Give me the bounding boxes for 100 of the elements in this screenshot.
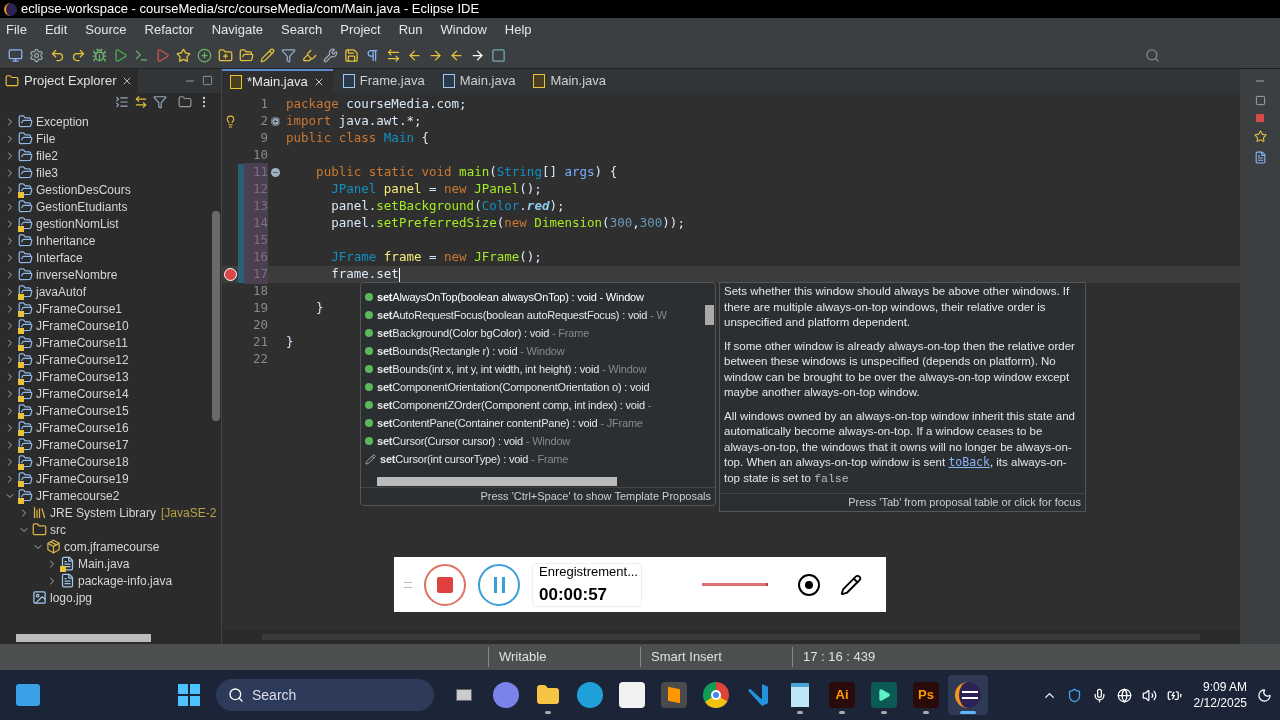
tree-item[interactable]: JFrameCourse11 <box>0 334 211 351</box>
globe-icon[interactable] <box>1116 687 1132 703</box>
tree-item[interactable]: logo.jpg <box>0 589 211 606</box>
filter-icon[interactable] <box>153 95 167 109</box>
tree-item[interactable]: Interface <box>0 249 211 266</box>
menu-item[interactable]: Refactor <box>144 20 194 40</box>
tree-item[interactable]: com.jframecourse <box>0 538 211 555</box>
arrow-right-icon[interactable] <box>470 47 485 63</box>
pilcrow-icon[interactable] <box>365 47 380 63</box>
tree-item[interactable]: JFrameCourse12 <box>0 351 211 368</box>
tree-item[interactable]: JFrameCourse10 <box>0 317 211 334</box>
star-icon[interactable] <box>1253 130 1267 143</box>
menu-item[interactable]: Source <box>85 20 127 40</box>
tree-item[interactable]: JFrameCourse15 <box>0 402 211 419</box>
tree-item[interactable]: GestionDesCours <box>0 181 211 198</box>
menu-item[interactable]: Project <box>340 20 381 40</box>
tree-item[interactable]: package-info.java <box>0 572 211 589</box>
moon-icon[interactable] <box>1257 687 1272 703</box>
completion-item[interactable]: setBounds(Rectangle r) : void - Window <box>361 342 703 360</box>
scrollbar-thumb[interactable] <box>704 305 714 325</box>
pause-button[interactable] <box>478 563 520 606</box>
highlighter-icon[interactable] <box>302 47 317 63</box>
shield-icon[interactable] <box>1066 687 1082 703</box>
menu-item[interactable]: Search <box>281 20 323 40</box>
clock-date[interactable]: 2/12/2025 <box>1193 695 1247 711</box>
speaker-icon[interactable] <box>1141 687 1157 703</box>
tree-item[interactable]: gestionNomList <box>0 215 211 232</box>
tree-item[interactable]: JFrameCourse16 <box>0 419 211 436</box>
menu-item[interactable]: Run <box>398 20 423 40</box>
link-arrows-icon[interactable] <box>134 95 148 109</box>
editor-tab[interactable]: Main.java <box>434 69 524 93</box>
completion-item[interactable]: setCursor(int cursorType) : void - Frame <box>361 450 703 468</box>
menu-item[interactable]: Help <box>504 20 532 40</box>
editor-tab[interactable]: Main.java <box>525 69 614 93</box>
editor-tab[interactable]: Frame.java <box>334 69 433 93</box>
square-icon[interactable] <box>491 47 506 63</box>
tree-item[interactable]: File <box>0 130 211 147</box>
completion-item[interactable]: setBounds(int x, int y, int width, int height) : void - Window <box>361 360 703 378</box>
tree-item[interactable]: JFrameCourse14 <box>0 385 211 402</box>
completion-item[interactable]: setCursor(Cursor cursor) : void - Window <box>361 432 703 450</box>
collapse-all-icon[interactable] <box>115 95 129 109</box>
panel-tab[interactable]: Project Explorer <box>0 69 139 93</box>
taskbar-app-button[interactable] <box>948 675 988 715</box>
tree-item[interactable]: JFrameCourse1 <box>0 300 211 317</box>
link[interactable]: toBack <box>948 455 990 469</box>
tree-item[interactable]: JFrameCourse13 <box>0 368 211 385</box>
tree-item[interactable]: inverseNombre <box>0 266 211 283</box>
stop-button[interactable] <box>424 563 466 606</box>
expand-fold-icon[interactable] <box>270 117 280 126</box>
scrollbar-thumb[interactable] <box>212 211 220 421</box>
maximize-icon[interactable] <box>202 75 213 87</box>
terminal-icon[interactable] <box>134 47 149 63</box>
redo-icon[interactable] <box>71 47 86 63</box>
webcam-icon[interactable] <box>798 573 820 596</box>
completion-item[interactable]: setAutoRequestFocus(boolean autoRequestFocus) : void - W <box>361 306 703 324</box>
tree-item[interactable]: Main.java <box>0 555 211 572</box>
taskbar-app-button[interactable]: Ai <box>822 675 862 715</box>
error-marker[interactable] <box>1256 114 1264 122</box>
tree-item[interactable]: GestionEtudiants <box>0 198 211 215</box>
wrench-icon[interactable] <box>323 47 338 63</box>
plus-circle-icon[interactable] <box>197 47 212 63</box>
tree-item[interactable]: JFrameCourse17 <box>0 436 211 453</box>
play-icon[interactable] <box>155 47 170 63</box>
menu-item[interactable]: Window <box>440 20 487 40</box>
folder-plus-icon[interactable] <box>218 47 233 63</box>
document-icon[interactable] <box>1253 151 1267 164</box>
start-button[interactable] <box>178 684 200 706</box>
star-icon[interactable] <box>176 47 191 63</box>
tree-item[interactable]: JFrameCourse19 <box>0 470 211 487</box>
completion-item[interactable]: setComponentZOrder(Component comp, int index) : void - <box>361 396 703 414</box>
bug-icon[interactable] <box>92 47 107 63</box>
tree-item[interactable]: javaAutof <box>0 283 211 300</box>
completion-item[interactable]: setBackground(Color bgColor) : void - Frame <box>361 324 703 342</box>
menu-item[interactable]: Navigate <box>211 20 263 40</box>
swap-arrows-icon[interactable] <box>386 47 401 63</box>
menu-item[interactable]: Edit <box>44 20 68 40</box>
tree-item[interactable]: src <box>0 521 211 538</box>
tree-item[interactable]: Exception <box>0 113 211 130</box>
tree-item[interactable]: file2 <box>0 147 211 164</box>
editor-tab[interactable]: *Main.java <box>222 69 333 93</box>
monitor-icon[interactable] <box>8 47 23 63</box>
search-field[interactable]: Search <box>216 679 434 711</box>
completion-item[interactable]: setContentPane(Container contentPane) : void - JFrame <box>361 414 703 432</box>
tree-item[interactable]: JFramecourse2 <box>0 487 211 504</box>
arrow-right-icon[interactable] <box>428 47 443 63</box>
save-icon[interactable] <box>344 47 359 63</box>
filter-icon[interactable] <box>281 47 296 63</box>
drag-handle-icon[interactable] <box>404 581 412 588</box>
tree-item[interactable]: file3 <box>0 164 211 181</box>
completion-item[interactable]: setAlwaysOnTop(boolean alwaysOnTop) : void - Window <box>361 288 703 306</box>
pencil-icon[interactable] <box>840 573 862 596</box>
search-icon[interactable] <box>1145 47 1160 63</box>
microphone-icon[interactable] <box>1091 687 1107 703</box>
play-icon[interactable] <box>113 47 128 63</box>
completion-item[interactable]: setComponentOrientation(ComponentOrientation o) : void <box>361 378 703 396</box>
scrollbar-thumb[interactable] <box>377 476 617 486</box>
folder-icon[interactable] <box>239 47 254 63</box>
gear-icon[interactable] <box>29 47 44 63</box>
taskbar-app-button[interactable]: Ps <box>906 675 946 715</box>
scrollbar-thumb[interactable] <box>16 634 151 642</box>
